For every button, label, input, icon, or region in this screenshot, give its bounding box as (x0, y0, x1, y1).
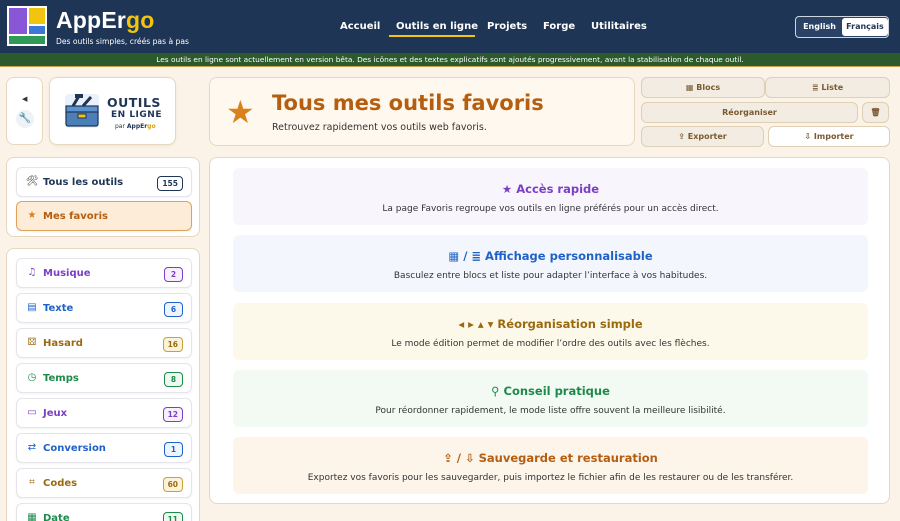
count-badge: 8 (164, 372, 183, 387)
sidebar-item-musique[interactable]: ♫ Musique 2 (16, 258, 192, 288)
sidebar-main-nav: 🛠 Tous les outils 155 ★ Mes favoris (6, 157, 200, 237)
brand-name[interactable]: AppErgo (56, 7, 155, 34)
feature-title: ⚲ Conseil pratique (491, 384, 610, 398)
feature-practical-tip: ⚲ Conseil pratique Pour réordonner rapid… (233, 370, 868, 427)
code-icon: ⌗ (29, 477, 35, 488)
top-header: AppErgo Des outils simples, créés pas à … (0, 0, 900, 53)
feature-description: Basculez entre blocs et liste pour adapt… (393, 271, 708, 281)
feature-reorganization: ◂ ▸ ▴ ▾ Réorganisation simple Le mode éd… (233, 303, 868, 360)
sidebar-item-favorites[interactable]: ★ Mes favoris (16, 201, 192, 231)
feature-backup-restore: ⇪ / ⇩ Sauvegarde et restauration Exporte… (233, 437, 868, 494)
import-button[interactable]: ⇩ Importer (768, 126, 890, 147)
count-badge: 16 (162, 337, 183, 352)
appergo-logo[interactable] (7, 6, 47, 46)
sidebar-item-codes[interactable]: ⌗ Codes 60 (16, 468, 192, 498)
delete-button[interactable]: 🗑 (862, 102, 889, 123)
language-switch: English Français (795, 16, 889, 38)
star-icon: ★ (226, 93, 255, 131)
sidebar-toggle-card: ◀ 🔧 (6, 77, 43, 145)
feature-description: Le mode édition permet de modifier l’ord… (391, 339, 710, 349)
calendar-icon: ▦ (27, 512, 37, 521)
sidebar-item-all-tools[interactable]: 🛠 Tous les outils 155 (16, 167, 192, 197)
feature-title: ▦ / ≣ Affichage personnalisable (448, 249, 653, 263)
sidebar-categories: ♫ Musique 2 ▤ Texte 6 ⚄ Hasard 16 ◷ Temps 8 ▭ Jeu… (6, 248, 200, 521)
tools-byline: par AppErgo (115, 123, 156, 130)
brand-tagline: Des outils simples, créés pas à pas (56, 37, 189, 46)
sidebar-item-jeux[interactable]: ▭ Jeux 12 (16, 398, 192, 428)
grid-icon: ▦ (685, 83, 694, 92)
lang-french-button[interactable]: Français (842, 18, 888, 36)
reorganize-button[interactable]: Réorganiser (641, 102, 858, 123)
list-icon: ≣ (811, 83, 819, 92)
page-title: Tous mes outils favoris (272, 91, 544, 115)
nav-active-underline (389, 35, 475, 37)
view-list-button[interactable]: ≣ Liste (765, 77, 890, 98)
import-icon: ⇩ (804, 132, 812, 141)
tools-title-line1: OUTILS (107, 95, 161, 110)
swap-icon: ⇄ (27, 442, 37, 453)
count-badge: 12 (162, 407, 183, 422)
trash-icon: 🗑 (870, 108, 881, 117)
feature-title: ⇪ / ⇩ Sauvegarde et restauration (443, 451, 658, 465)
sidebar-item-temps[interactable]: ◷ Temps 8 (16, 363, 192, 393)
nav-forge[interactable]: Forge (543, 21, 575, 32)
count-badge: 1 (164, 442, 183, 457)
feature-custom-display: ▦ / ≣ Affichage personnalisable Basculez… (233, 235, 868, 292)
count-badge: 6 (164, 302, 183, 317)
tools-title-line2: EN LIGNE (111, 110, 162, 120)
star-icon: ★ (27, 210, 37, 221)
sidebar-item-texte[interactable]: ▤ Texte 6 (16, 293, 192, 323)
page-subtitle: Retrouvez rapidement vos outils web favo… (272, 122, 487, 133)
wrench-icon[interactable]: 🔧 (16, 110, 34, 128)
sidebar-item-hasard[interactable]: ⚄ Hasard 16 (16, 328, 192, 358)
gamepad-icon: ▭ (27, 407, 37, 418)
tools-logo-card: OUTILS EN LIGNE par AppErgo (49, 77, 176, 145)
feature-description: La page Favoris regroupe vos outils en l… (382, 204, 719, 214)
count-badge: 11 (162, 512, 183, 521)
count-badge: 60 (162, 477, 183, 492)
beta-banner: Les outils en ligne sont actuellement en… (0, 53, 900, 67)
nav-outils-en-ligne[interactable]: Outils en ligne (396, 21, 478, 32)
music-icon: ♫ (27, 267, 37, 278)
lang-english-button[interactable]: English (797, 18, 842, 36)
nav-accueil[interactable]: Accueil (340, 21, 380, 32)
nav-utilitaires[interactable]: Utilitaires (591, 21, 647, 32)
feature-quick-access: ★ Accès rapide La page Favoris regroupe … (233, 168, 868, 225)
export-button[interactable]: ⇪ Exporter (641, 126, 764, 147)
favorites-main-panel: ★ Accès rapide La page Favoris regroupe … (209, 157, 890, 504)
sidebar-item-date[interactable]: ▦ Date 11 (16, 503, 192, 521)
dice-icon: ⚄ (27, 337, 37, 348)
clock-icon: ◷ (27, 372, 37, 383)
feature-description: Pour réordonner rapidement, le mode list… (375, 406, 726, 416)
feature-title: ★ Accès rapide (501, 182, 600, 196)
document-icon: ▤ (27, 302, 37, 313)
export-icon: ⇪ (678, 132, 685, 141)
nav-projets[interactable]: Projets (487, 21, 527, 32)
count-badge: 2 (164, 267, 183, 282)
tools-icon: 🛠 (25, 176, 39, 187)
favorites-hero: ★ Tous mes outils favoris Retrouvez rapi… (209, 77, 635, 146)
toolbox-icon (65, 94, 99, 128)
feature-description: Exportez vos favoris pour les sauvegarde… (307, 473, 794, 483)
feature-title: ◂ ▸ ▴ ▾ Réorganisation simple (458, 317, 643, 331)
collapse-arrow-icon[interactable]: ◀ (22, 95, 27, 103)
sidebar-item-conversion[interactable]: ⇄ Conversion 1 (16, 433, 192, 463)
count-badge: 155 (157, 176, 183, 191)
view-blocks-button[interactable]: ▦ Blocs (641, 77, 765, 98)
